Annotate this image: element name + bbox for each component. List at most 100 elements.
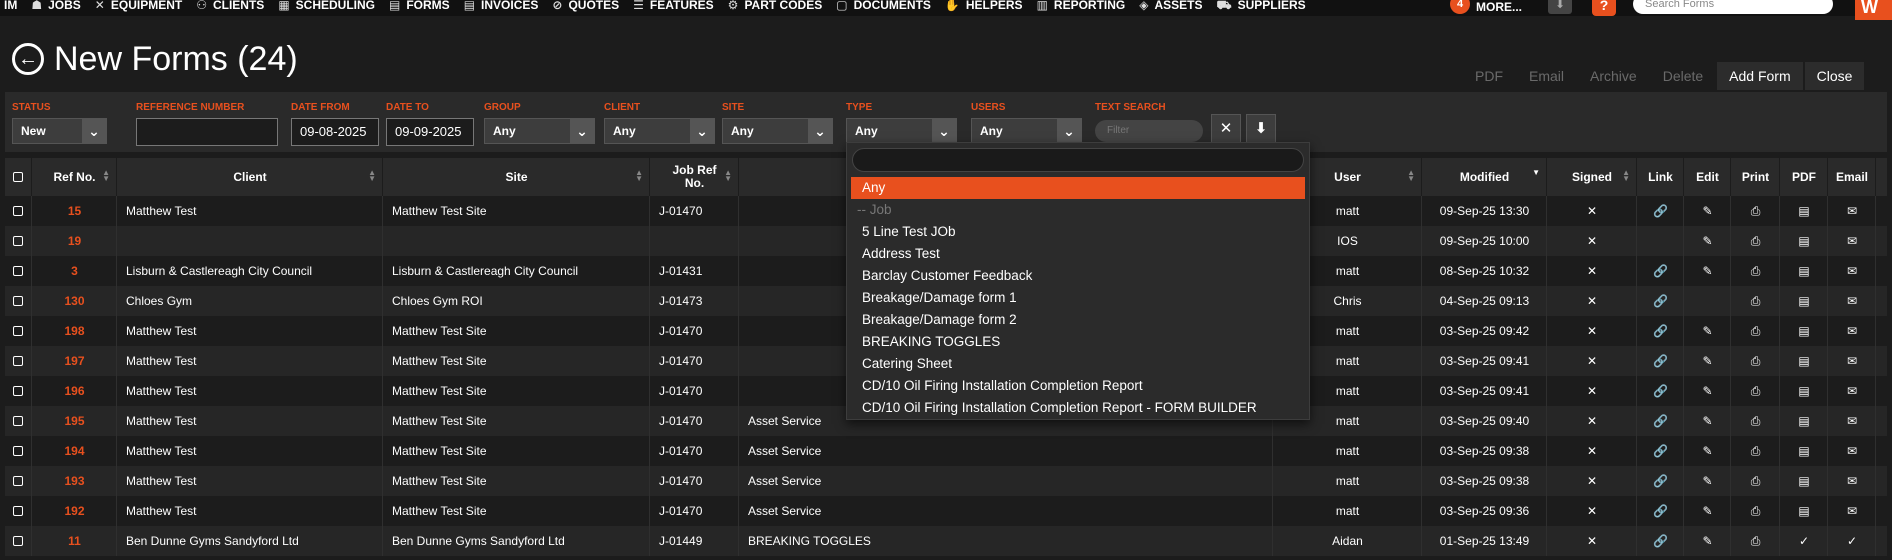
ref-cell[interactable]: 15 [33, 196, 117, 226]
edit-icon[interactable] [1685, 286, 1731, 316]
print-icon[interactable]: ⎙ [1732, 376, 1780, 406]
row-checkbox[interactable] [5, 226, 32, 256]
row-checkbox[interactable] [5, 406, 32, 436]
print-icon[interactable]: ⎙ [1732, 526, 1780, 556]
pdf-button[interactable]: PDF [1463, 62, 1515, 90]
checkbox[interactable] [13, 446, 23, 456]
edit-icon[interactable]: ✎ [1685, 526, 1731, 556]
email-icon[interactable]: ✉ [1829, 346, 1876, 376]
nav-item-clients[interactable]: ⚇ CLIENTS [196, 0, 278, 13]
link-icon[interactable]: 🔗 [1638, 376, 1684, 406]
dropdown-option[interactable]: CD/10 Oil Firing Installation Completion… [847, 397, 1309, 419]
pdf-icon[interactable]: ▤ [1781, 286, 1828, 316]
ref-cell[interactable]: 192 [33, 496, 117, 526]
checkbox[interactable] [13, 236, 23, 246]
nav-item-im[interactable]: IM [0, 0, 31, 13]
link-icon[interactable]: 🔗 [1638, 196, 1684, 226]
email-icon[interactable]: ✉ [1829, 316, 1876, 346]
pdf-icon[interactable]: ▤ [1781, 436, 1828, 466]
link-icon[interactable]: 🔗 [1638, 466, 1684, 496]
ref-cell[interactable]: 3 [33, 256, 117, 286]
nav-item-forms[interactable]: ▤ FORMS [389, 0, 464, 13]
group-select[interactable]: Any ⌄ [484, 118, 595, 144]
date-from-input[interactable]: 09-08-2025 [291, 118, 379, 146]
email-icon[interactable]: ✉ [1829, 226, 1876, 256]
row-checkbox[interactable] [5, 526, 32, 556]
ref-cell[interactable]: 198 [33, 316, 117, 346]
link-icon[interactable]: 🔗 [1638, 286, 1684, 316]
row-checkbox[interactable] [5, 466, 32, 496]
nav-item-reporting[interactable]: ▥ REPORTING [1037, 0, 1140, 13]
dropdown-option[interactable]: Any [851, 177, 1305, 199]
print-icon[interactable]: ⎙ [1732, 436, 1780, 466]
nav-item-equipment[interactable]: ✕ EQUIPMENT [95, 0, 196, 13]
pdf-icon[interactable]: ▤ [1781, 496, 1828, 526]
row-checkbox[interactable] [5, 196, 32, 226]
edit-icon[interactable]: ✎ [1685, 226, 1731, 256]
edit-icon[interactable]: ✎ [1685, 436, 1731, 466]
table-row[interactable]: 192 Matthew Test Matthew Test Site J-01470 A… [5, 496, 1887, 526]
pdf-icon[interactable]: ▤ [1781, 226, 1828, 256]
reference-input[interactable] [136, 118, 278, 146]
dropdown-option[interactable]: Barclay Customer Feedback [847, 265, 1309, 287]
col-ref[interactable]: Ref No. ▲ ▼ [33, 158, 117, 196]
edit-icon[interactable]: ✎ [1685, 406, 1731, 436]
nav-item-quotes[interactable]: ⊘ QUOTES [552, 0, 633, 13]
link-icon[interactable] [1638, 226, 1684, 256]
nav-item-part-codes[interactable]: ⚙ PART CODES [728, 0, 837, 13]
users-select[interactable]: Any ⌄ [971, 118, 1082, 144]
edit-icon[interactable]: ✎ [1685, 376, 1731, 406]
nav-item-scheduling[interactable]: ▦ SCHEDULING [278, 0, 389, 13]
status-select[interactable]: New ⌄ [12, 118, 107, 144]
client-select[interactable]: Any ⌄ [604, 118, 715, 144]
table-row[interactable]: 193 Matthew Test Matthew Test Site J-01470 A… [5, 466, 1887, 496]
table-row[interactable]: 194 Matthew Test Matthew Test Site J-01470 A… [5, 436, 1887, 466]
nav-item-helpers[interactable]: ✋ HELPERS [945, 0, 1037, 13]
row-checkbox[interactable] [5, 436, 32, 466]
dropdown-option[interactable]: CD/10 Oil Firing Installation Completion… [847, 375, 1309, 397]
link-icon[interactable]: 🔗 [1638, 346, 1684, 376]
pdf-icon[interactable]: ▤ [1781, 256, 1828, 286]
nav-item-features[interactable]: ☰ FEATURES [633, 0, 728, 13]
dropdown-option[interactable]: 5 Line Test JOb [847, 221, 1309, 243]
email-icon[interactable]: ✉ [1829, 436, 1876, 466]
nav-item-assets[interactable]: ◈ ASSETS [1139, 0, 1216, 13]
nav-item-jobs[interactable]: ☗ JOBS [31, 0, 94, 13]
row-checkbox[interactable] [5, 376, 32, 406]
edit-icon[interactable]: ✎ [1685, 346, 1731, 376]
print-icon[interactable]: ⎙ [1732, 256, 1780, 286]
row-checkbox[interactable] [5, 346, 32, 376]
link-icon[interactable]: 🔗 [1638, 526, 1684, 556]
close-button[interactable]: Close [1804, 62, 1865, 90]
dropdown-option[interactable]: BREAKING TOGGLES [847, 331, 1309, 353]
pdf-icon[interactable]: ▤ [1781, 346, 1828, 376]
edit-icon[interactable]: ✎ [1685, 256, 1731, 286]
clear-filters-button[interactable]: ✕ [1211, 114, 1241, 144]
ref-cell[interactable]: 196 [33, 376, 117, 406]
email-icon[interactable]: ✉ [1829, 256, 1876, 286]
email-icon[interactable]: ✓ [1829, 526, 1876, 556]
ref-cell[interactable]: 195 [33, 406, 117, 436]
print-icon[interactable]: ⎙ [1732, 406, 1780, 436]
pdf-icon[interactable]: ▤ [1781, 316, 1828, 346]
print-icon[interactable]: ⎙ [1732, 316, 1780, 346]
ref-cell[interactable]: 197 [33, 346, 117, 376]
col-signed[interactable]: Signed ▲ ▼ [1548, 158, 1637, 196]
help-button[interactable]: ? [1592, 0, 1616, 16]
checkbox[interactable] [13, 476, 23, 486]
email-icon[interactable]: ✉ [1829, 496, 1876, 526]
checkbox[interactable] [13, 536, 23, 546]
checkbox[interactable] [13, 416, 23, 426]
edit-icon[interactable]: ✎ [1685, 316, 1731, 346]
table-row[interactable]: 11 Ben Dunne Gyms Sandyford Ltd Ben Dunne … [5, 526, 1887, 556]
checkbox[interactable] [13, 506, 23, 516]
pdf-icon[interactable]: ▤ [1781, 196, 1828, 226]
checkbox[interactable] [13, 266, 23, 276]
link-icon[interactable]: 🔗 [1638, 406, 1684, 436]
print-icon[interactable]: ⎙ [1732, 286, 1780, 316]
text-search-input[interactable]: Filter [1095, 120, 1203, 142]
ref-cell[interactable]: 194 [33, 436, 117, 466]
print-icon[interactable]: ⎙ [1732, 196, 1780, 226]
pdf-icon[interactable]: ▤ [1781, 466, 1828, 496]
pdf-icon[interactable]: ✓ [1781, 526, 1828, 556]
